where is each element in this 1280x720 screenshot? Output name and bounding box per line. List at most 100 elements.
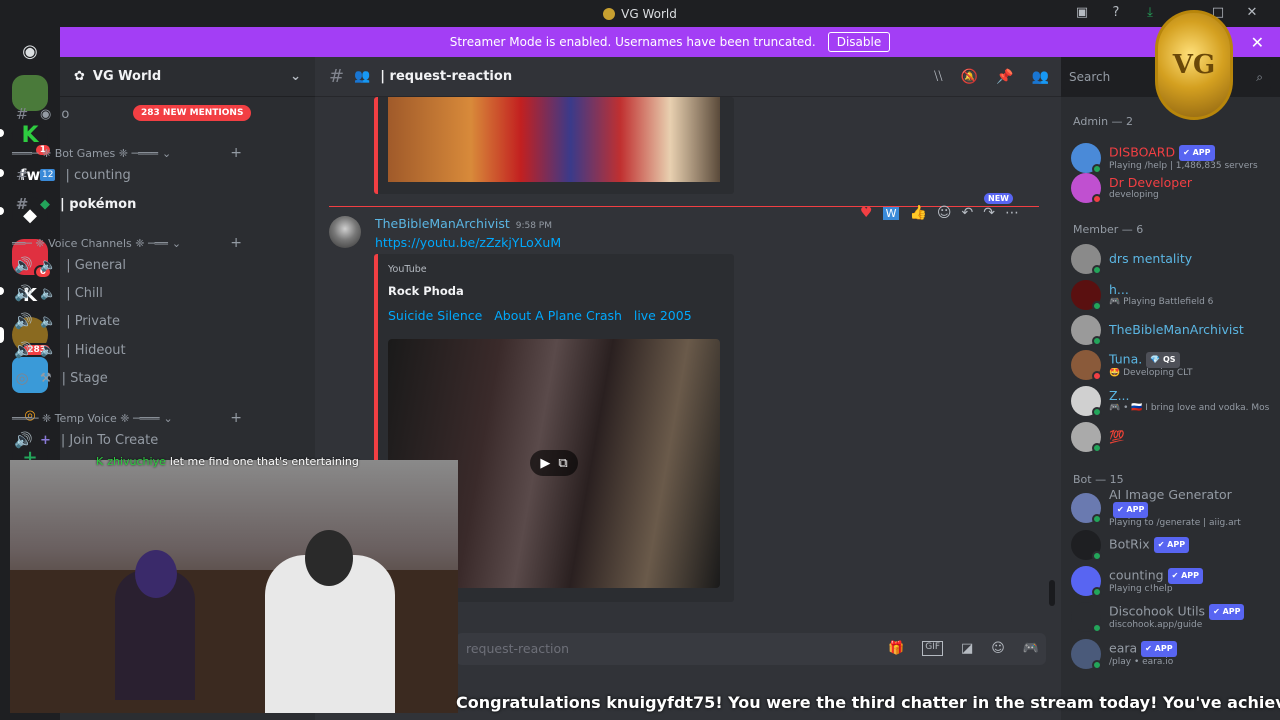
avatar	[1071, 244, 1102, 275]
discord-home-button[interactable]: ◉	[12, 33, 48, 69]
webcam-overlay	[10, 460, 458, 713]
message-header: TheBibleManArchivist 9:58 PM	[375, 216, 552, 231]
help-icon[interactable]: ?	[1108, 4, 1124, 20]
voice-channel-chill[interactable]: 🔊 🔈 | Chill	[12, 280, 247, 306]
member-item[interactable]: TheBibleManArchivist	[1071, 313, 1271, 347]
title-bar: VG World ▣ ? ⤓ – □ ✕	[0, 0, 1280, 27]
embed-title[interactable]: Suicide Silence About A Plane Crash live…	[388, 308, 692, 323]
apps-icon[interactable]: 🎮	[1023, 641, 1039, 656]
download-icon[interactable]: ⤓	[1142, 4, 1158, 20]
window-title: VG World	[603, 7, 677, 21]
speaker-icon: 🔊	[14, 312, 33, 330]
hammer-emoji-icon: ⚒	[40, 370, 52, 386]
speaker-icon: 🔊	[14, 256, 33, 274]
forward-icon[interactable]: ↷	[983, 205, 995, 221]
member-item[interactable]: eara ✔ APP/play • eara.io	[1071, 637, 1271, 671]
voice-channel-hideout[interactable]: 🔊 🔈 | Hideout	[12, 337, 247, 363]
member-item[interactable]: 💯	[1071, 420, 1271, 454]
voice-channel-join-to-create[interactable]: 🔊 + | Join To Create	[12, 427, 247, 453]
gif-icon[interactable]: GIF	[922, 641, 943, 656]
speaker-icon: 🔊	[14, 284, 33, 302]
members-icon[interactable]: 👥	[1032, 69, 1049, 85]
speaker-emoji-icon: 🔈	[40, 313, 57, 329]
member-item[interactable]: h... 🎮 Playing Battlefield 6	[1071, 278, 1271, 312]
avatar	[1071, 566, 1102, 597]
add-channel-icon[interactable]: +	[230, 145, 242, 161]
chevron-down-icon: ⌄	[171, 236, 182, 250]
chevron-down-icon: ⌄	[163, 411, 173, 425]
embed-provider: YouTube	[388, 264, 427, 275]
channel-emoji-icon: ◉	[40, 106, 52, 122]
add-channel-icon[interactable]: +	[230, 235, 242, 251]
member-group-bot: Bot — 15	[1073, 473, 1124, 486]
embed-author[interactable]: Rock Phoda	[388, 284, 464, 298]
stage-channel[interactable]: ◎ ⚒ | Stage	[12, 365, 247, 391]
avatar	[1071, 350, 1102, 381]
emoji-icon[interactable]: ☺	[991, 641, 1005, 656]
plus-emoji-icon: +	[40, 432, 51, 448]
member-item[interactable]: Tuna. 💎 QS 🤩 Developing CLT	[1071, 348, 1271, 382]
channel-pokemon[interactable]: # ◆ | pokémon	[12, 191, 247, 217]
member-item[interactable]: Discohook Utils ✔ APP discohook.app/guide	[1071, 600, 1271, 634]
embed-thumbnail[interactable]	[388, 97, 720, 182]
pin-icon[interactable]: 📌	[996, 69, 1013, 85]
channel-counting[interactable]: # 12 | counting	[12, 162, 247, 188]
speaker-emoji-icon: 🔈	[40, 342, 57, 358]
member-item[interactable]: Z... 🎮 • 🇷🇺 I bring love and vodka. Mos..…	[1071, 384, 1271, 418]
category-bot-games[interactable]: ═══─ ❈ Bot Games ❈ ─═══ ⌄ +	[12, 145, 242, 161]
voice-channel-private[interactable]: 🔊 🔈 | Private	[12, 308, 247, 334]
play-icon[interactable]: ▶	[540, 456, 550, 471]
member-item[interactable]: drs mentality	[1071, 242, 1271, 276]
close-icon[interactable]: ✕	[1251, 33, 1264, 52]
channel-logo-coin: VG	[1155, 10, 1233, 120]
heart-reaction-icon[interactable]: ♥	[860, 205, 873, 221]
close-window-icon[interactable]: ✕	[1244, 4, 1260, 20]
hash-icon: #	[15, 195, 29, 213]
member-item[interactable]: AI Image Generator✔ APP Playing to /gener…	[1071, 487, 1271, 528]
w-reaction-icon[interactable]: W	[882, 206, 900, 220]
member-item[interactable]: Dr Developer developing	[1071, 171, 1271, 205]
message-link[interactable]: https://youtu.be/zZzkjYLoXuM	[375, 235, 561, 250]
open-external-icon[interactable]: ⧉	[558, 456, 567, 471]
add-reaction-icon[interactable]: ☺	[937, 205, 952, 221]
member-group-admin: Admin — 2	[1073, 115, 1134, 128]
inbox-icon[interactable]: ▣	[1074, 4, 1090, 20]
gift-icon[interactable]: 🎁	[888, 641, 904, 656]
stream-ticker: Congratulations knuigyfdt75! You were th…	[456, 693, 1280, 712]
sticker-icon[interactable]: ◪	[961, 641, 973, 656]
discord-icon: ◉	[22, 40, 38, 62]
voice-channel-general[interactable]: 🔊 🔈 | General	[12, 252, 247, 278]
mute-icon[interactable]: 🔕	[961, 69, 978, 85]
message-author[interactable]: TheBibleManArchivist	[375, 216, 510, 231]
chat-badge-icon: K	[96, 455, 104, 468]
chevron-down-icon: ⌄	[290, 69, 301, 84]
more-options-icon[interactable]: ⋯	[1005, 205, 1019, 221]
add-channel-icon[interactable]: +	[230, 410, 242, 426]
category-voice-channels[interactable]: ══─ ❈ Voice Channels ❈ ─══ ⌄ +	[12, 235, 242, 251]
member-item[interactable]: counting ✔ APP Playing c!help	[1071, 564, 1271, 598]
scrollbar[interactable]	[1049, 580, 1055, 606]
speaker-icon: 🔊	[14, 431, 33, 449]
member-item[interactable]: DISBOARD ✔ APP Playing /help | 1,486,835 s…	[1071, 141, 1271, 175]
member-item[interactable]: BotRix ✔ APP	[1071, 528, 1271, 562]
avatar	[1071, 602, 1102, 633]
category-temp-voice[interactable]: ═══─ ❈ Temp Voice ❈ ─═══ ⌄ +	[12, 410, 242, 426]
avatar	[1071, 639, 1102, 670]
threads-icon[interactable]: ⧵⧵	[934, 69, 943, 85]
stage-icon: ◎	[15, 369, 29, 387]
new-mentions-badge[interactable]: 283 NEW MENTIONS	[133, 105, 252, 121]
video-controls: ▶ ⧉	[530, 450, 578, 476]
reply-icon[interactable]: ↶	[962, 205, 974, 221]
avatar	[1071, 493, 1102, 524]
numbers-emoji-icon: 12	[40, 169, 56, 181]
thumbs-up-reaction-icon[interactable]: 👍	[909, 205, 926, 221]
guild-header[interactable]: ✿ VG World ⌄	[60, 57, 315, 97]
avatar	[1071, 280, 1102, 311]
hash-icon: #	[15, 166, 29, 184]
avatar	[1071, 530, 1102, 561]
streamer-left	[115, 550, 195, 700]
speaker-emoji-icon: 🔈	[40, 257, 57, 273]
disable-button[interactable]: Disable	[827, 32, 891, 52]
member-list: Admin — 2 DISBOARD ✔ APP Playing /help | 1…	[1061, 97, 1280, 720]
avatar[interactable]	[329, 216, 361, 248]
